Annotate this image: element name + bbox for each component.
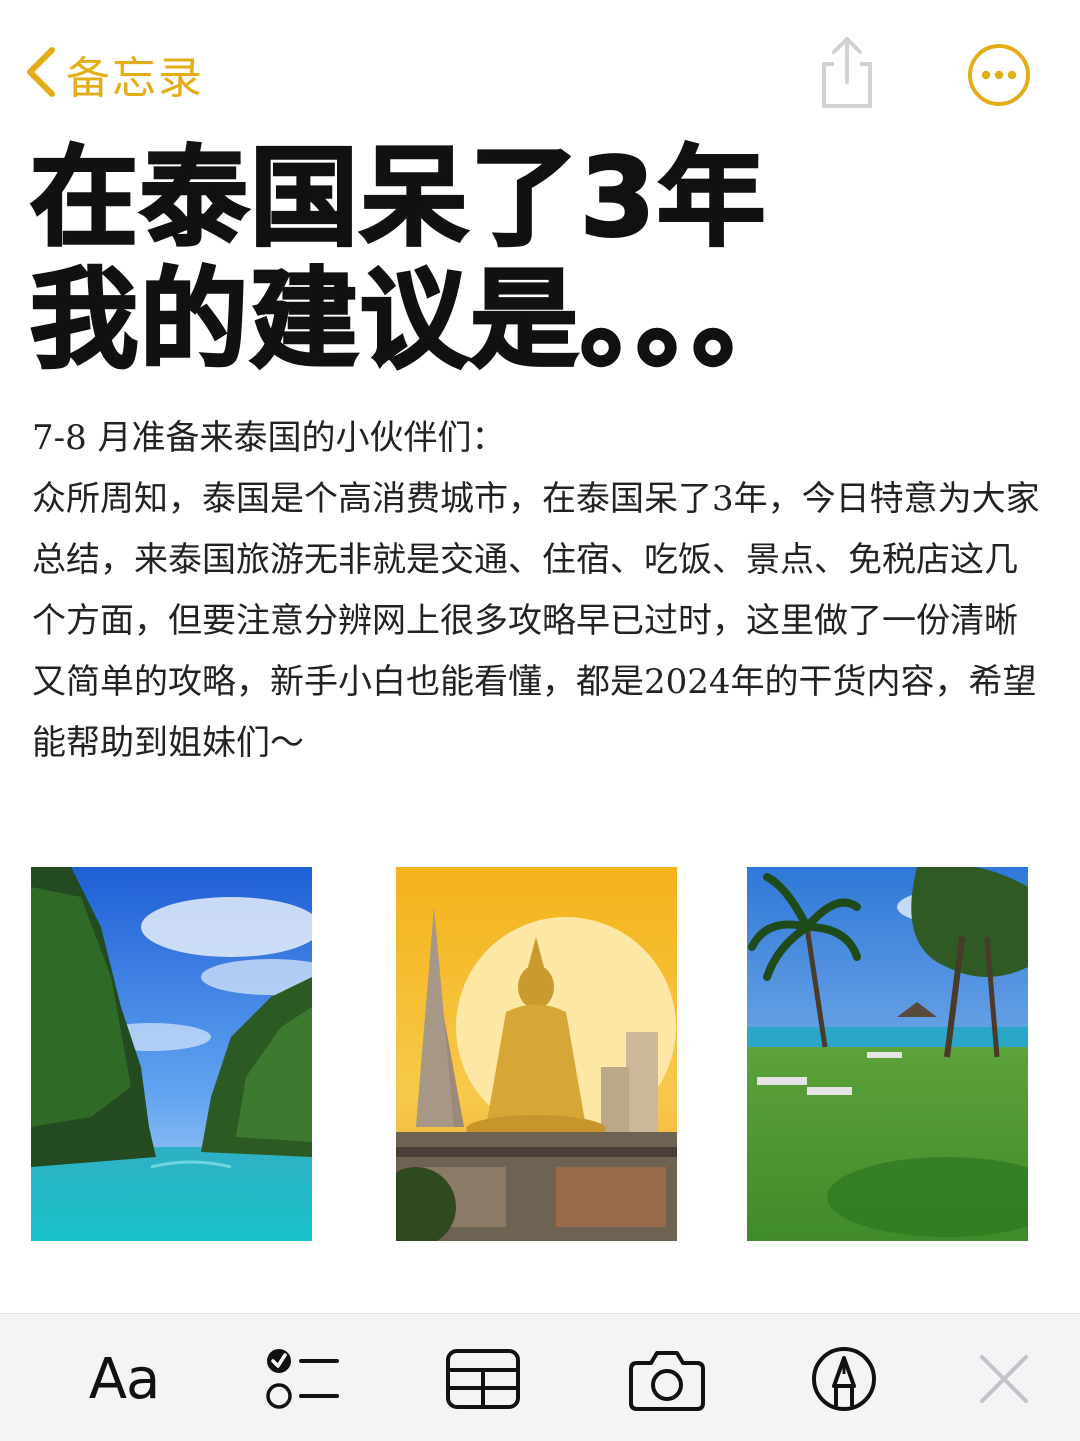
chevron-left-icon — [22, 44, 58, 104]
limestone-cliffs-sea-photo[interactable] — [31, 867, 312, 1241]
table-button[interactable] — [444, 1344, 522, 1414]
checklist-icon — [266, 1349, 339, 1409]
beach-resort-lawn-palms-photo[interactable] — [747, 867, 1028, 1241]
body-paragraph: 7-8 月准备来泰国的小伙伴们： — [32, 418, 506, 458]
back-label: 备忘录 — [66, 53, 204, 104]
table-icon — [446, 1349, 520, 1409]
body-paragraph: 众所周知，泰国是个高消费城市，在泰国呆了3年，今日特意为大家总结，来泰国旅游无非… — [32, 479, 1040, 763]
back-button[interactable]: 备忘录 — [22, 42, 204, 106]
share-button[interactable] — [812, 34, 882, 110]
note-body[interactable]: 7-8 月准备来泰国的小伙伴们： 众所周知，泰国是个高消费城市，在泰国呆了3年，… — [32, 408, 1042, 774]
camera-icon — [629, 1351, 705, 1411]
ellipsis-circle-icon — [968, 44, 1030, 106]
format-button[interactable]: Aa — [84, 1344, 164, 1414]
note-title[interactable]: 在泰国呆了3年 我的建议是。。。 — [29, 136, 1050, 383]
more-button[interactable] — [966, 42, 1032, 108]
markup-button[interactable] — [808, 1344, 880, 1414]
bottom-toolbar: Aa — [0, 1313, 1080, 1441]
share-icon — [822, 37, 872, 108]
close-button[interactable] — [974, 1344, 1034, 1414]
title-line: 我的建议是。。。 — [29, 258, 803, 383]
close-icon — [980, 1355, 1028, 1403]
camera-button[interactable] — [626, 1344, 708, 1414]
pen-circle-icon — [812, 1347, 876, 1411]
format-label: Aa — [88, 1346, 161, 1412]
title-line: 在泰国呆了3年 — [29, 136, 768, 261]
golden-buddha-temple-sunset-photo[interactable] — [396, 867, 677, 1241]
checklist-button[interactable] — [264, 1344, 340, 1414]
top-nav-bar: 备忘录 — [0, 0, 1080, 140]
